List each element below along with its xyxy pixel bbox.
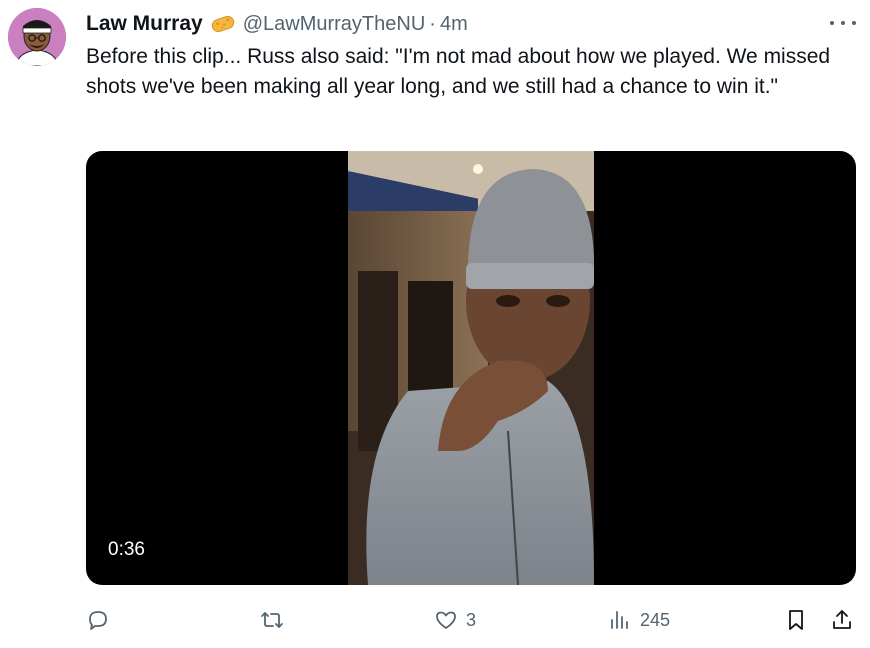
retweet-button[interactable] (260, 604, 292, 636)
author-display-name[interactable]: Law Murray (86, 12, 203, 36)
video-thumbnail (348, 151, 594, 585)
share-icon (833, 610, 851, 629)
tweet-header: Law Murray @LawMurrayTheNU · 4m (86, 10, 468, 38)
tweet-actions: 3 245 (86, 604, 856, 636)
tweet-card[interactable]: Law Murray @LawMurrayTheNU · 4m Before t… (0, 0, 870, 648)
more-options-icon[interactable] (830, 12, 856, 34)
views-button[interactable]: 245 (608, 604, 670, 636)
bookmark-icon (789, 610, 803, 630)
views-icon (611, 611, 628, 629)
tweet-text: Before this clip... Russ also said: "I'm… (86, 45, 831, 98)
views-count: 245 (640, 609, 671, 630)
header-separator: · (429, 12, 436, 35)
like-button[interactable]: 3 (434, 604, 476, 636)
retweet-icon (261, 612, 283, 628)
avatar-illustration (8, 8, 66, 66)
author-handle[interactable]: @LawMurrayTheNU (243, 13, 426, 36)
author-avatar[interactable] (8, 8, 66, 66)
bookmark-button[interactable] (784, 604, 808, 636)
share-button[interactable] (830, 604, 854, 636)
heart-icon (436, 611, 456, 629)
reply-button[interactable] (86, 604, 118, 636)
reply-icon (89, 611, 107, 630)
like-count: 3 (466, 609, 477, 630)
sponge-emoji-icon (209, 13, 237, 35)
tweet-timestamp[interactable]: 4m (440, 13, 468, 36)
video-player[interactable]: 0:36 (86, 151, 856, 585)
video-duration: 0:36 (108, 539, 145, 560)
